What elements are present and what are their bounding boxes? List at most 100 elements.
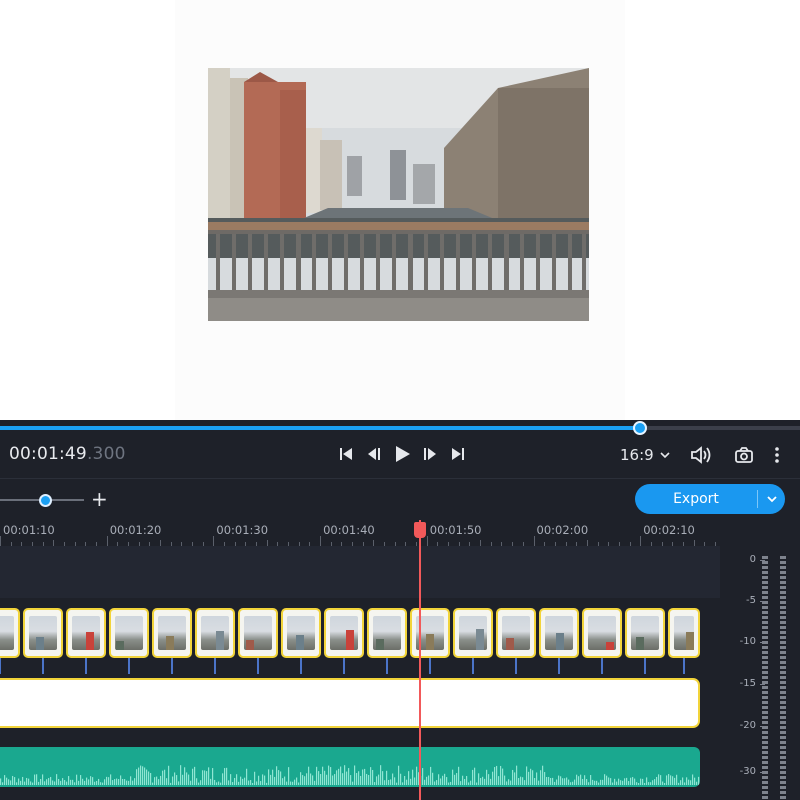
snapshot-button[interactable]: [733, 444, 755, 466]
waveform-bar: [206, 771, 208, 785]
waveform-bar: [14, 777, 16, 785]
video-clip[interactable]: [582, 608, 622, 658]
video-clip[interactable]: [0, 608, 20, 658]
waveform-bar: [56, 774, 58, 785]
clip-transition-marker: [300, 658, 302, 674]
video-clip[interactable]: [625, 608, 665, 658]
video-clip[interactable]: [66, 608, 106, 658]
waveform-bar: [532, 770, 534, 785]
waveform-bar: [140, 765, 142, 785]
waveform-bar: [424, 779, 426, 785]
video-clip[interactable]: [410, 608, 450, 658]
waveform-bar: [290, 781, 292, 785]
waveform-bar: [470, 780, 472, 785]
waveform-bar: [246, 768, 248, 785]
video-clip[interactable]: [195, 608, 235, 658]
waveform-bar: [404, 775, 406, 785]
waveform-bar: [126, 780, 128, 785]
clip-thumbnail: [115, 616, 143, 650]
waveform-bar: [632, 777, 634, 785]
ruler-tick: [426, 536, 428, 546]
clip-transition-marker: [386, 658, 388, 674]
zoom-slider-handle[interactable]: [39, 494, 52, 507]
export-options-button[interactable]: [758, 495, 785, 503]
waveform-bar: [606, 775, 608, 785]
video-clip[interactable]: [238, 608, 278, 658]
waveform-bar: [66, 781, 68, 785]
scrub-handle[interactable]: [633, 421, 647, 435]
waveform-bar: [326, 774, 328, 785]
waveform-bar: [114, 779, 116, 785]
waveform-bar: [594, 780, 596, 785]
aspect-ratio-select[interactable]: 16:9: [620, 446, 670, 464]
export-button[interactable]: Export: [635, 484, 785, 514]
playhead[interactable]: [419, 520, 421, 800]
waveform-bar: [452, 769, 454, 785]
timecode: 00:01:49.300: [9, 444, 126, 464]
waveform-bar: [32, 782, 34, 785]
waveform-bar: [432, 772, 434, 785]
more-options-button[interactable]: [766, 444, 788, 466]
zoom-in-button[interactable]: +: [91, 489, 108, 509]
volume-button[interactable]: [690, 444, 712, 466]
waveform-bar: [192, 768, 194, 785]
clip-thumbnail: [373, 616, 401, 650]
video-clip[interactable]: [109, 608, 149, 658]
play-button[interactable]: [392, 444, 412, 464]
clip-thumbnail-detail: [476, 629, 484, 650]
waveform-bar: [236, 774, 238, 785]
waveform-bar: [338, 768, 340, 785]
video-clip[interactable]: [324, 608, 364, 658]
waveform-bar: [540, 770, 542, 785]
waveform-bar: [402, 782, 404, 785]
playhead-handle[interactable]: [414, 522, 426, 538]
ruler-tick: [533, 536, 535, 546]
waveform-bar: [340, 766, 342, 785]
waveform-bar: [422, 768, 424, 785]
waveform-bar: [670, 775, 672, 785]
video-clip[interactable]: [496, 608, 536, 658]
waveform-bar: [8, 779, 10, 785]
next-frame-button[interactable]: [420, 444, 440, 464]
waveform-bar: [310, 773, 312, 785]
waveform-bar: [120, 775, 122, 785]
clip-transition-marker: [515, 658, 517, 674]
ruler-time-label: 00:01:30: [216, 523, 269, 537]
waveform-bar: [516, 765, 518, 785]
title-clip[interactable]: [0, 678, 700, 728]
video-clip[interactable]: [453, 608, 493, 658]
waveform-bar: [174, 772, 176, 785]
clip-thumbnail: [29, 616, 57, 650]
waveform-bar: [626, 777, 628, 785]
skip-to-end-button[interactable]: [448, 444, 468, 464]
empty-track: [0, 546, 720, 598]
timeline-ruler[interactable]: 00:01:10 00:01:20 00:01:30 00:01:40 00:01:50…: [0, 520, 720, 546]
video-clip[interactable]: [152, 608, 192, 658]
chevron-down-icon: [660, 452, 670, 459]
waveform-bar: [2, 782, 4, 785]
previous-frame-button[interactable]: [364, 444, 384, 464]
video-clip[interactable]: [539, 608, 579, 658]
meter-scale-dash: [760, 560, 765, 561]
waveform-bar: [176, 775, 178, 785]
timecode-main: 00:01:49: [9, 444, 87, 464]
waveform-bar: [154, 777, 156, 785]
video-clip[interactable]: [668, 608, 700, 658]
ruler-tick: [0, 536, 1, 546]
waveform-bar: [136, 769, 138, 785]
waveform-bar: [78, 780, 80, 785]
skip-to-start-button[interactable]: [336, 444, 356, 464]
clip-thumbnail: [201, 616, 229, 650]
waveform-bar: [350, 775, 352, 785]
waveform-bar: [376, 776, 378, 785]
waveform-bar: [692, 774, 694, 785]
waveform-bar: [552, 777, 554, 785]
video-clip[interactable]: [281, 608, 321, 658]
waveform-bar: [498, 776, 500, 785]
waveform-bar: [262, 774, 264, 785]
video-clip[interactable]: [367, 608, 407, 658]
video-clip[interactable]: [23, 608, 63, 658]
waveform-bar: [640, 778, 642, 785]
scrub-bar[interactable]: [0, 421, 800, 435]
audio-clip[interactable]: [0, 747, 700, 787]
